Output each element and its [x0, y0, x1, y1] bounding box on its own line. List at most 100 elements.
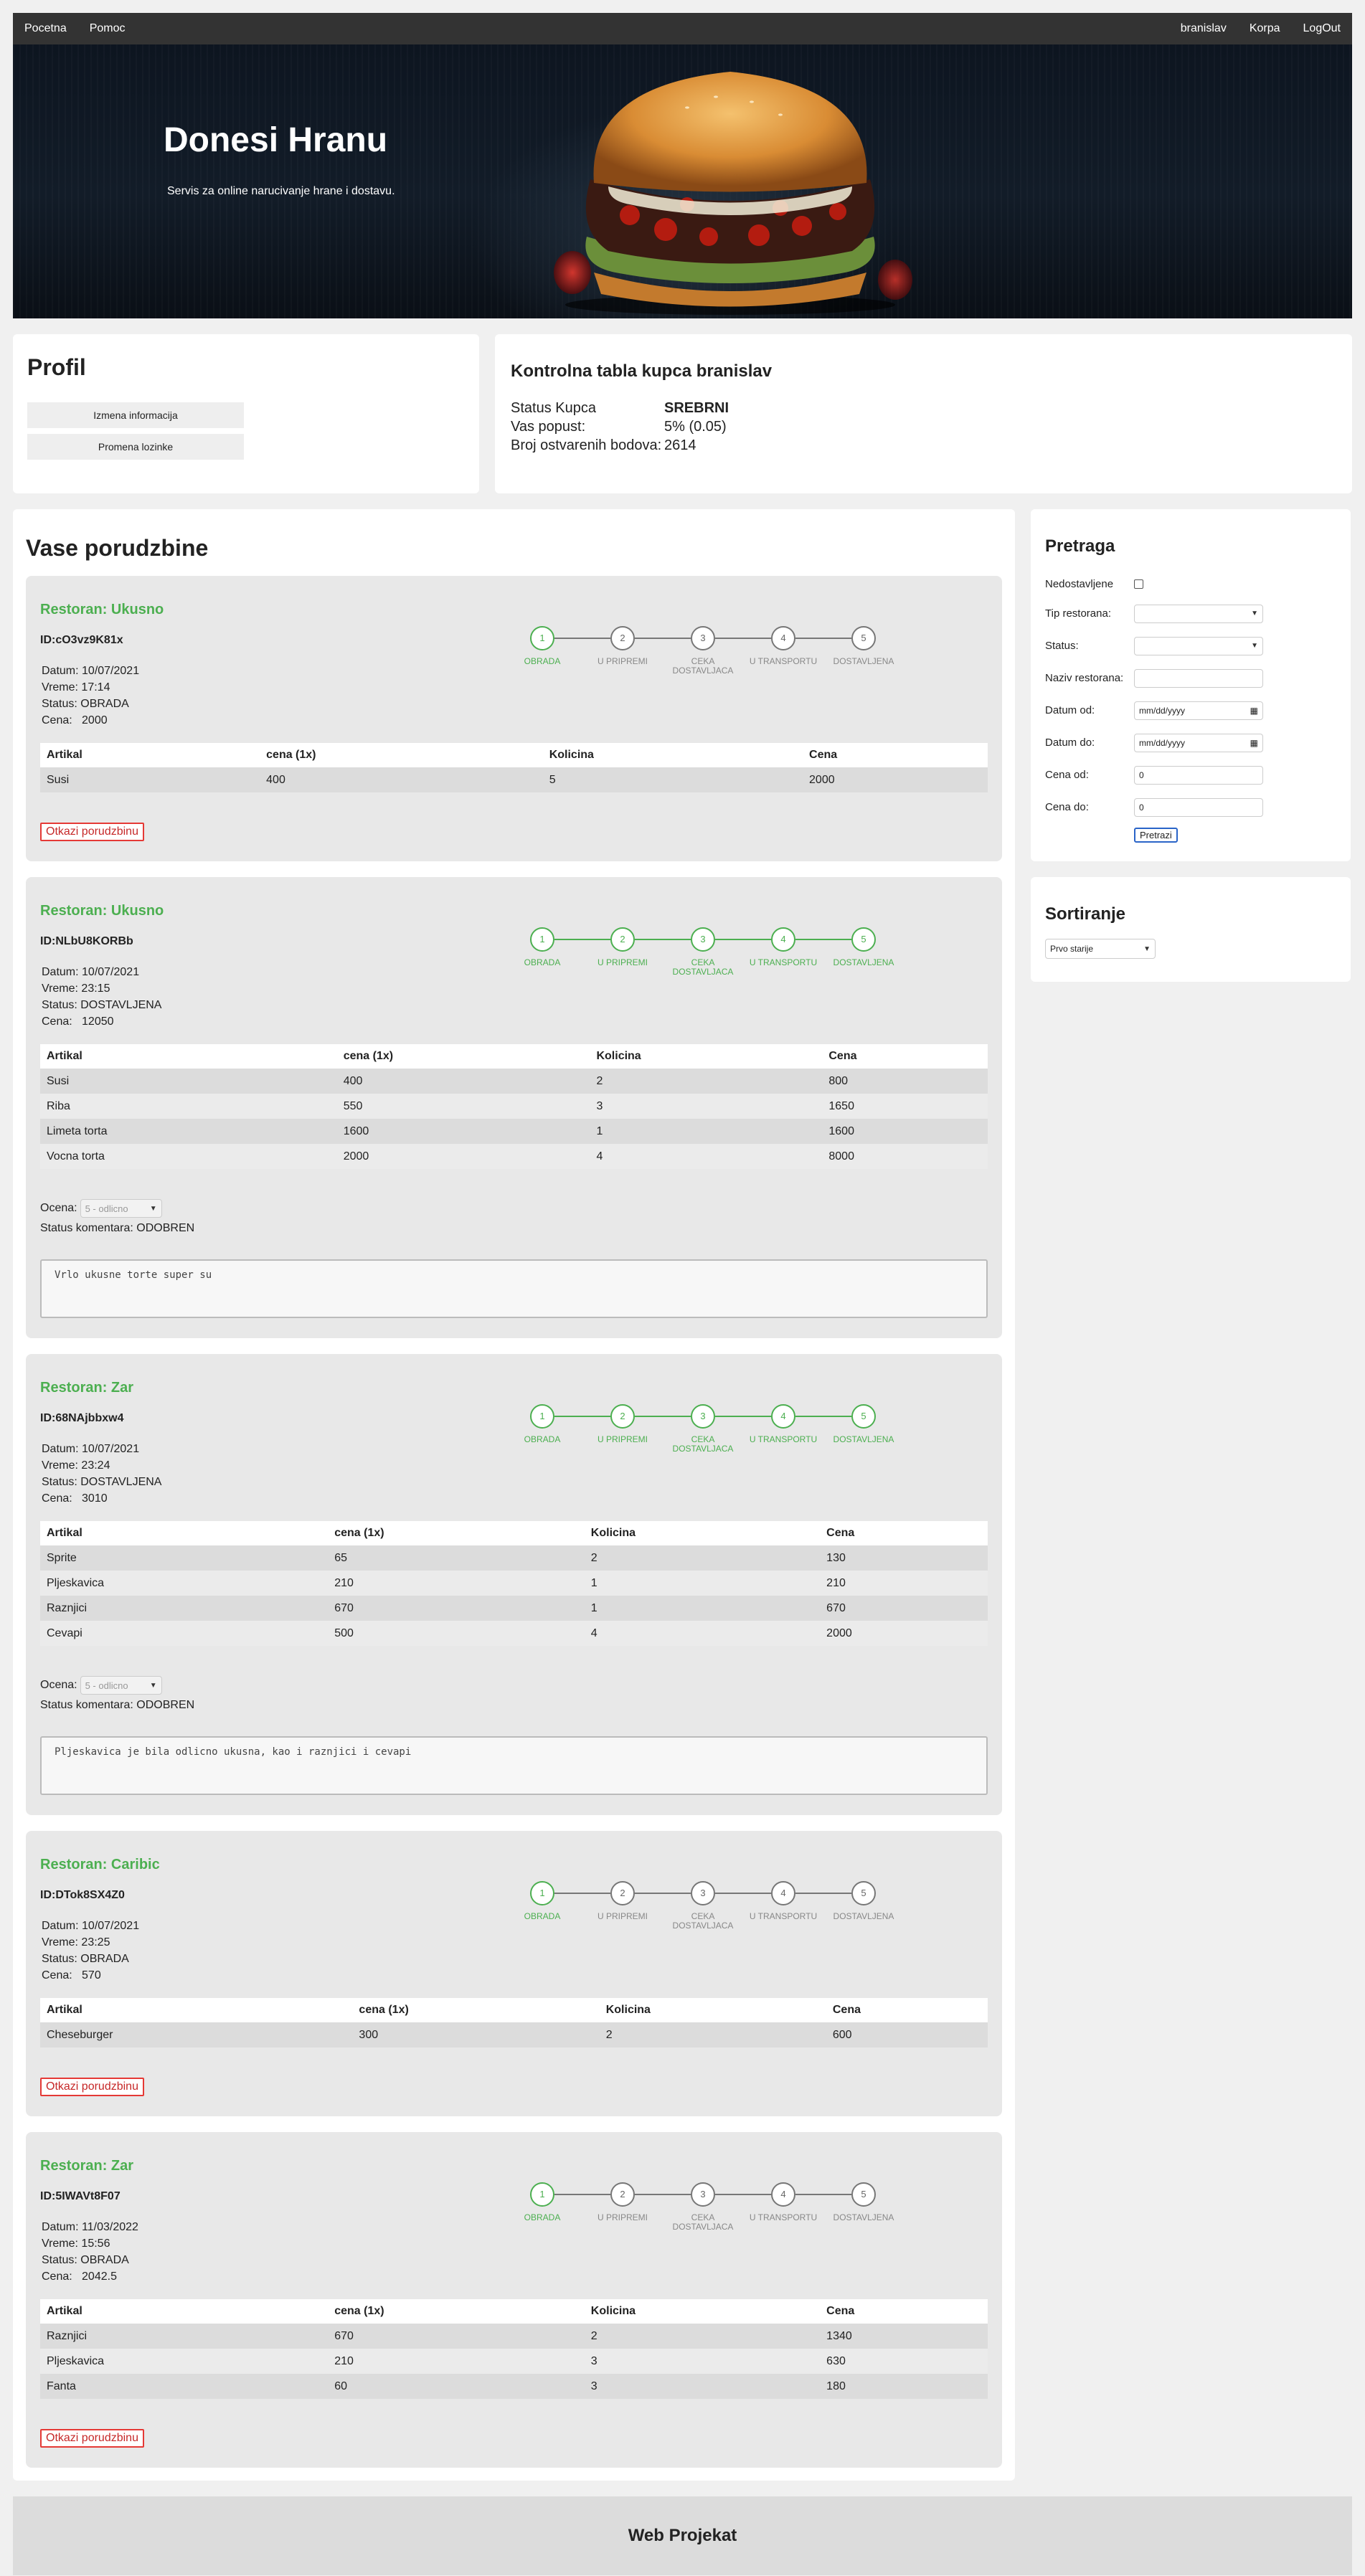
step-number: 3 — [691, 927, 715, 952]
table-cell: 130 — [820, 1545, 988, 1571]
rating-value: 5 - odlicno — [85, 1680, 128, 1691]
calendar-icon[interactable]: ▦ — [1250, 706, 1258, 716]
table-cell: 2000 — [820, 1621, 988, 1646]
table-cell: 2000 — [336, 1144, 590, 1169]
step-connector — [554, 638, 610, 639]
order-card: Restoran: Zar ID:5IWAVt8F07 Datum: 11/03/… — [26, 2132, 1002, 2468]
table-row: Susi 400 2 800 — [40, 1069, 988, 1094]
table-cell: 1 — [590, 1119, 823, 1144]
orders-card: Vase porudzbine Restoran: Ukusno ID:cO3vz… — [13, 509, 1015, 2481]
step-label: CEKA DOSTAVLJACA — [672, 656, 734, 676]
change-password-button[interactable]: Promena lozinke — [27, 434, 244, 460]
table-cell: Susi — [40, 767, 260, 792]
order-card: Restoran: Caribic ID:DTok8SX4Z0 Datum: 10… — [26, 1831, 1002, 2116]
progress-step: 5 DOSTAVLJENA — [823, 1404, 904, 1444]
column-header: Cena — [803, 743, 988, 767]
nav-link-korpa[interactable]: Korpa — [1238, 22, 1292, 35]
table-cell: 210 — [328, 1571, 585, 1596]
table-cell: Raznjici — [40, 1596, 329, 1621]
order-time: Vreme: 23:25 — [42, 1936, 110, 1948]
table-cell: 4 — [590, 1144, 823, 1169]
order-status: Status: OBRADA — [42, 2254, 129, 2266]
progress-step: 1 OBRADA — [502, 2182, 582, 2222]
price-from-input[interactable]: 0 — [1134, 765, 1263, 785]
table-cell: 3 — [584, 2349, 821, 2374]
restaurant-name[interactable]: Restoran: Caribic — [40, 1857, 988, 1873]
order-price: Cena: 2000 — [42, 714, 108, 726]
progress-step: 1 OBRADA — [502, 927, 582, 967]
step-label: OBRADA — [524, 957, 561, 967]
order-progress-stepper: 1 OBRADA 2 U PRIPREMI 3 CEKA DOSTAVLJACA… — [502, 2182, 894, 2232]
sort-select[interactable]: Prvo starije ▼ — [1045, 939, 1156, 959]
progress-step: 5 DOSTAVLJENA — [823, 2182, 904, 2222]
nav-link-username[interactable]: branislav — [1169, 22, 1238, 35]
footer: Web Projekat — [13, 2496, 1352, 2575]
step-number: 2 — [610, 1881, 635, 1905]
price-from-row: Cena od: 0 — [1045, 759, 1336, 791]
restaurant-name[interactable]: Restoran: Zar — [40, 2158, 988, 2174]
step-number: 5 — [851, 2182, 876, 2207]
step-number: 2 — [610, 1404, 635, 1429]
step-number: 5 — [851, 1881, 876, 1905]
date-from-label: Datum od: — [1045, 704, 1095, 716]
status-select[interactable]: ▼ — [1134, 636, 1263, 655]
restaurant-name[interactable]: Restoran: Zar — [40, 1380, 988, 1396]
cancel-order-button[interactable]: Otkazi porudzbinu — [40, 2429, 144, 2448]
table-row: Susi 400 5 2000 — [40, 767, 988, 792]
order-time: Vreme: 23:24 — [42, 1459, 110, 1472]
date-to-input[interactable]: mm/dd/yyyy ▦ — [1134, 733, 1263, 752]
step-label: DOSTAVLJENA — [833, 2212, 894, 2222]
table-row: Sprite 65 2 130 — [40, 1545, 988, 1571]
step-connector — [635, 638, 691, 639]
table-cell: 1600 — [822, 1119, 988, 1144]
order-items-table: Artikal cena (1x) Kolicina Cena Susi 400 2 800 R… — [40, 1044, 988, 1169]
rating-select[interactable]: 5 - odlicno ▼ — [80, 1199, 162, 1218]
step-connector — [795, 939, 851, 940]
step-connector — [795, 2194, 851, 2195]
edit-info-button[interactable]: Izmena informacija — [27, 402, 244, 428]
restaurant-name[interactable]: Restoran: Ukusno — [40, 903, 988, 919]
step-label: U PRIPREMI — [597, 656, 648, 666]
column-header: cena (1x) — [336, 1044, 590, 1069]
undelivered-checkbox[interactable] — [1134, 579, 1143, 589]
order-status: Status: DOSTAVLJENA — [42, 999, 162, 1011]
nav-link-logout[interactable]: LogOut — [1292, 22, 1341, 35]
rating-label: Ocena: — [40, 1679, 77, 1691]
nav-link-pocetna[interactable]: Pocetna — [24, 22, 78, 35]
table-cell: 65 — [328, 1545, 585, 1571]
restaurant-type-select[interactable]: ▼ — [1134, 604, 1263, 623]
price-to-input[interactable]: 0 — [1134, 797, 1263, 817]
step-label: DOSTAVLJENA — [833, 957, 894, 967]
progress-step: 3 CEKA DOSTAVLJACA — [663, 1881, 743, 1931]
table-cell: 2000 — [803, 767, 988, 792]
restaurant-name-input[interactable] — [1134, 668, 1263, 688]
cancel-order-button[interactable]: Otkazi porudzbinu — [40, 823, 144, 841]
calendar-icon[interactable]: ▦ — [1250, 738, 1258, 748]
rating-select[interactable]: 5 - odlicno ▼ — [80, 1676, 162, 1695]
date-from-input[interactable]: mm/dd/yyyy ▦ — [1134, 701, 1263, 720]
progress-step: 3 CEKA DOSTAVLJACA — [663, 626, 743, 676]
step-connector — [715, 2194, 771, 2195]
order-meta: Datum: 10/07/2021 Vreme: 23:25 Status: O… — [40, 1918, 988, 1984]
status-row: Status: ▼ — [1045, 630, 1336, 662]
step-label: U PRIPREMI — [597, 2212, 648, 2222]
step-label: U TRANSPORTU — [749, 957, 818, 967]
step-connector — [635, 2194, 691, 2195]
chevron-down-icon: ▼ — [1251, 610, 1258, 617]
progress-step: 1 OBRADA — [502, 1404, 582, 1444]
table-cell: Pljeskavica — [40, 1571, 329, 1596]
nav-link-pomoc[interactable]: Pomoc — [78, 22, 137, 35]
cancel-order-button[interactable]: Otkazi porudzbinu — [40, 2078, 144, 2096]
restaurant-name[interactable]: Restoran: Ukusno — [40, 602, 988, 618]
date-from-placeholder: mm/dd/yyyy — [1139, 705, 1186, 716]
progress-step: 3 CEKA DOSTAVLJACA — [663, 1404, 743, 1454]
step-connector — [715, 1416, 771, 1417]
search-button[interactable]: Pretrazi — [1134, 828, 1178, 843]
date-to-row: Datum do: mm/dd/yyyy ▦ — [1045, 726, 1336, 759]
comment-textarea[interactable]: Vrlo ukusne torte super su — [40, 1259, 988, 1318]
comment-textarea[interactable]: Pljeskavica je bila odlicno ukusna, kao … — [40, 1736, 988, 1795]
table-cell: 670 — [820, 1596, 988, 1621]
footer-text: Web Projekat — [628, 2526, 737, 2545]
column-header: Kolicina — [590, 1044, 823, 1069]
column-header: cena (1x) — [328, 1521, 585, 1545]
